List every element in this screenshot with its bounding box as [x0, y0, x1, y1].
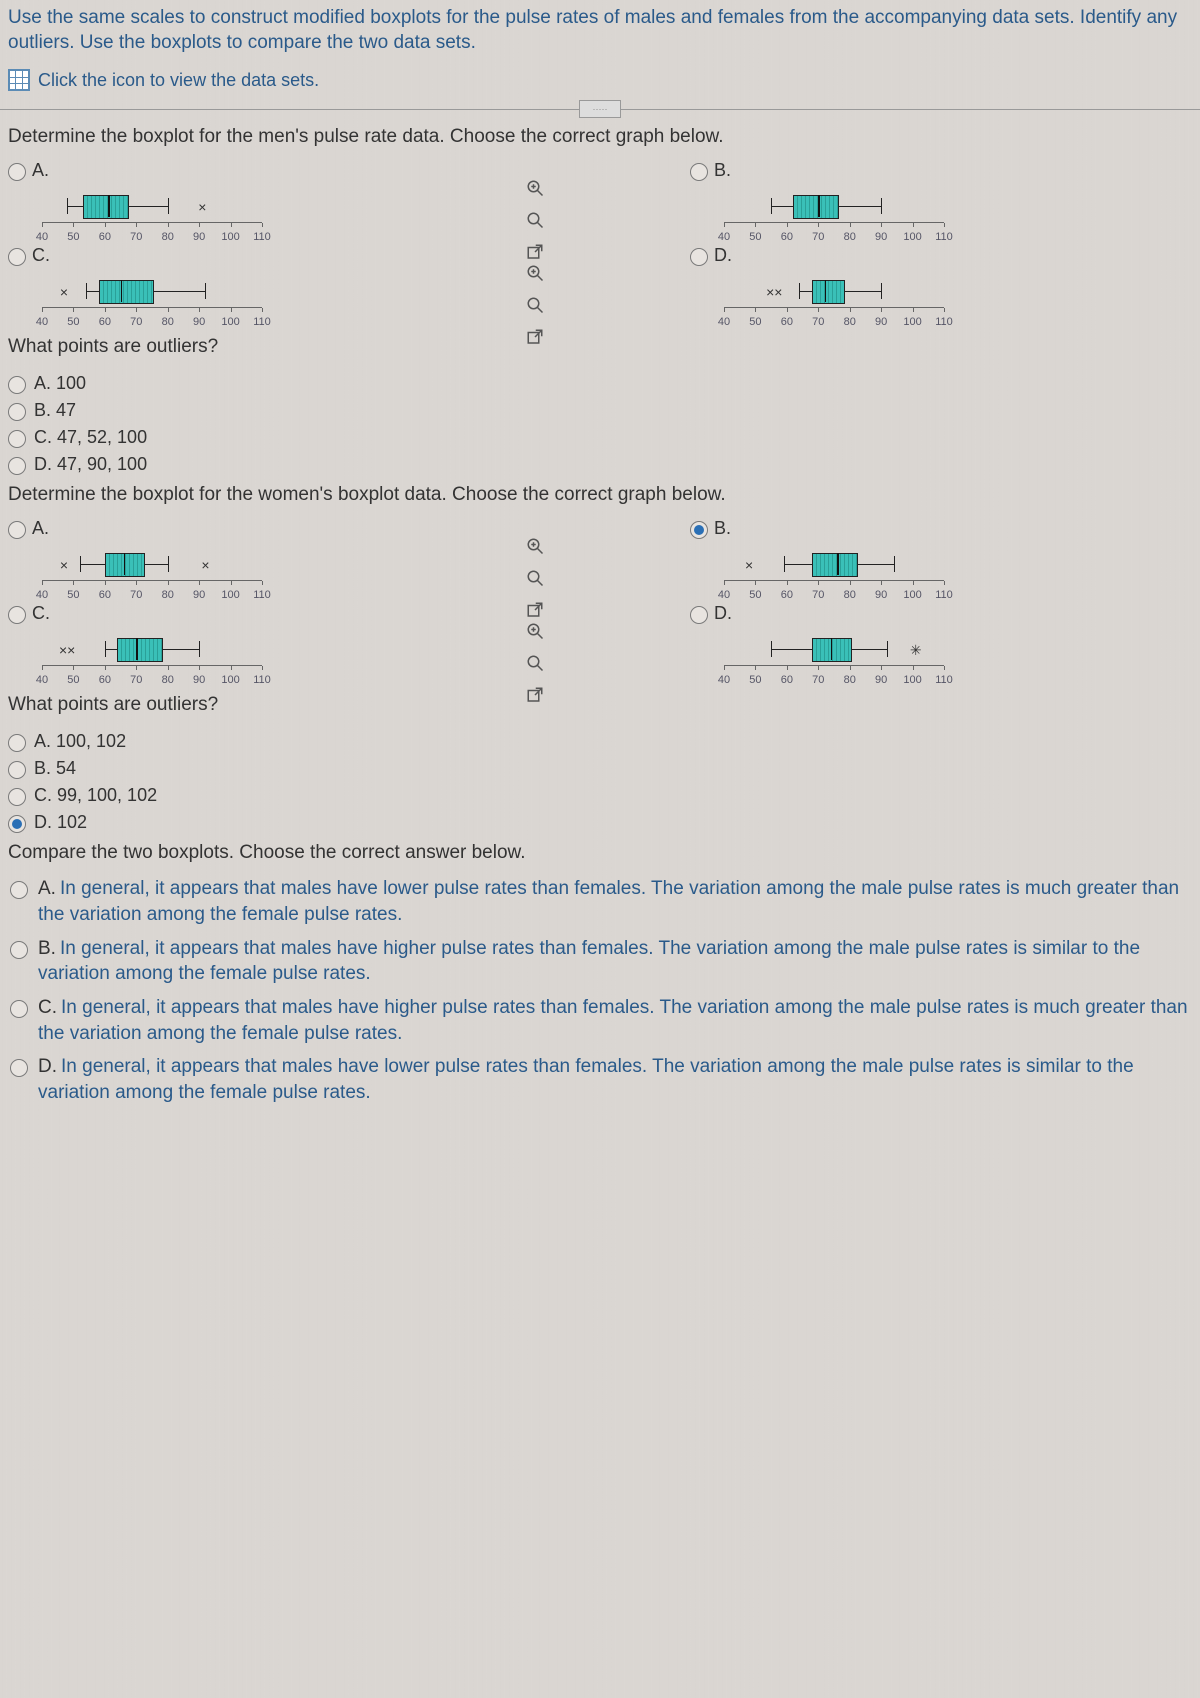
zoom-in-icon[interactable] [524, 620, 546, 642]
radio-q1-B[interactable] [690, 163, 708, 181]
zoom-in-icon[interactable] [524, 262, 546, 284]
radio-out1-A[interactable] [8, 376, 26, 394]
compare-C: In general, it appears that males have h… [38, 997, 1188, 1044]
popout-icon[interactable] [524, 241, 546, 263]
instructions-text: Use the same scales to construct modifie… [0, 0, 1200, 61]
zoom-icon[interactable] [524, 567, 546, 589]
q1-text: Determine the boxplot for the men's puls… [0, 124, 1200, 156]
popout-icon[interactable] [524, 684, 546, 706]
out2-B: B. 54 [34, 758, 76, 779]
q2-label-B: B. [714, 518, 731, 539]
zoom-icon[interactable] [524, 652, 546, 674]
zoom-in-icon[interactable] [524, 177, 546, 199]
zoom-icon[interactable] [524, 209, 546, 231]
radio-q1-C[interactable] [8, 248, 26, 266]
radio-compare-D[interactable] [10, 1059, 28, 1077]
popout-icon[interactable] [524, 599, 546, 621]
boxplot-men-A: 405060708090100110× [42, 181, 262, 241]
compare-letter-A: A. [38, 878, 56, 899]
boxplot-men-D: 405060708090100110×× [724, 266, 944, 326]
compare-letter-D: D. [38, 1056, 57, 1077]
boxplot-women-A: 405060708090100110×× [42, 539, 262, 599]
q1-label-B: B. [714, 160, 731, 181]
q1-label-C: C. [32, 245, 50, 266]
section-divider: ····· [0, 109, 1200, 110]
q2-label-C: C. [32, 603, 50, 624]
compare-text: Compare the two boxplots. Choose the cor… [0, 840, 1200, 872]
zoom-icon[interactable] [524, 294, 546, 316]
radio-out2-D[interactable] [8, 815, 26, 833]
radio-compare-C[interactable] [10, 1000, 28, 1018]
boxplot-men-C: 405060708090100110× [42, 266, 262, 326]
radio-out1-D[interactable] [8, 457, 26, 475]
radio-q1-D[interactable] [690, 248, 708, 266]
boxplot-women-B: 405060708090100110× [724, 539, 944, 599]
radio-q2-B[interactable] [690, 521, 708, 539]
out2-A: A. 100, 102 [34, 731, 126, 752]
compare-B: In general, it appears that males have h… [38, 938, 1140, 985]
radio-out1-B[interactable] [8, 403, 26, 421]
out1-D: D. 47, 90, 100 [34, 454, 147, 475]
radio-q2-D[interactable] [690, 606, 708, 624]
out1-C: C. 47, 52, 100 [34, 427, 147, 448]
q1-label-A: A. [32, 160, 49, 181]
compare-A: In general, it appears that males have l… [38, 878, 1179, 925]
compare-D: In general, it appears that males have l… [38, 1056, 1134, 1103]
radio-out2-A[interactable] [8, 734, 26, 752]
radio-out2-B[interactable] [8, 761, 26, 779]
boxplot-women-C: 405060708090100110×× [42, 624, 262, 684]
q2-text: Determine the boxplot for the women's bo… [0, 482, 1200, 514]
zoom-in-icon[interactable] [524, 535, 546, 557]
outliers1-text: What points are outliers? [0, 326, 1200, 364]
out2-D: D. 102 [34, 812, 87, 833]
boxplot-women-D: 405060708090100110✳ [724, 624, 944, 684]
radio-out2-C[interactable] [8, 788, 26, 806]
radio-compare-B[interactable] [10, 941, 28, 959]
radio-q2-C[interactable] [8, 606, 26, 624]
outliers2-text: What points are outliers? [0, 684, 1200, 722]
radio-out1-C[interactable] [8, 430, 26, 448]
q2-label-D: D. [714, 603, 732, 624]
view-datasets-label: Click the icon to view the data sets. [38, 70, 319, 91]
out1-A: A. 100 [34, 373, 86, 394]
radio-q2-A[interactable] [8, 521, 26, 539]
popout-icon[interactable] [524, 326, 546, 348]
view-datasets-link[interactable]: Click the icon to view the data sets. [0, 61, 1200, 105]
table-icon [8, 69, 30, 91]
radio-compare-A[interactable] [10, 881, 28, 899]
radio-q1-A[interactable] [8, 163, 26, 181]
compare-letter-B: B. [38, 938, 56, 959]
out1-B: B. 47 [34, 400, 76, 421]
boxplot-men-B: 405060708090100110 [724, 181, 944, 241]
out2-C: C. 99, 100, 102 [34, 785, 157, 806]
compare-letter-C: C. [38, 997, 57, 1018]
q1-label-D: D. [714, 245, 732, 266]
q2-label-A: A. [32, 518, 49, 539]
